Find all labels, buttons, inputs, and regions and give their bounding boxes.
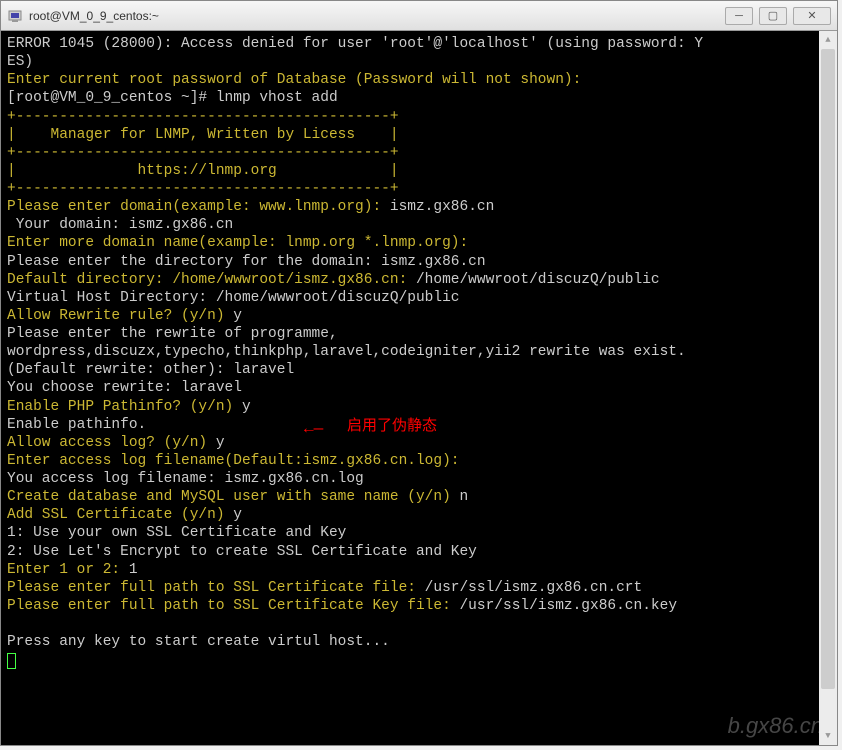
input-ssl: y [233, 507, 242, 523]
line-box: +---------------------------------------… [7, 145, 399, 161]
line-your-domain: Your domain: ismz.gx86.cn [7, 217, 233, 233]
line-box: +---------------------------------------… [7, 109, 399, 125]
maximize-button[interactable]: ▢ [759, 7, 787, 25]
close-button[interactable]: ✕ [793, 7, 831, 25]
line-ssl-opt1: 1: Use your own SSL Certificate and Key [7, 525, 346, 541]
input-domain: ismz.gx86.cn [390, 199, 494, 215]
line-press-key: Press any key to start create virtul hos… [7, 634, 390, 650]
annotation-text: 启用了伪静态 [347, 417, 437, 436]
input-createdb: n [459, 489, 468, 505]
window-title: root@VM_0_9_centos:~ [29, 9, 725, 23]
input-rewrite: y [233, 308, 242, 324]
input-accesslog: y [216, 435, 225, 451]
line-pathinfo-q: Enable PHP Pathinfo? (y/n) [7, 399, 242, 415]
line-rewrite-chosen: You choose rewrite: laravel [7, 380, 242, 396]
line-error: ERROR 1045 (28000): Access denied for us… [7, 36, 703, 52]
line-shell-prompt: [root@VM_0_9_centos ~]# [7, 90, 216, 106]
line-box: +---------------------------------------… [7, 181, 399, 197]
terminal-window: root@VM_0_9_centos:~ ─ ▢ ✕ ERROR 1045 (2… [0, 0, 838, 746]
annotation-arrow: ←— [304, 419, 323, 439]
line-accesslog-q: Allow access log? (y/n) [7, 435, 216, 451]
line-vhost-dir: Virtual Host Directory: /home/wwwroot/di… [7, 290, 459, 306]
input-pathinfo: y [242, 399, 251, 415]
line-ssl-key: Please enter full path to SSL Certificat… [7, 598, 459, 614]
line-error2: ES) [7, 54, 33, 70]
input-ssl-choice: 1 [129, 562, 138, 578]
line-enter-dir: Please enter the directory for the domai… [7, 254, 381, 270]
line-box: | Manager for LNMP, Written by Licess | [7, 127, 399, 143]
line-ssl-q: Add SSL Certificate (y/n) [7, 507, 233, 523]
window-buttons: ─ ▢ ✕ [725, 7, 831, 25]
line-ssl-opt2: 2: Use Let's Encrypt to create SSL Certi… [7, 544, 477, 560]
scrollbar[interactable]: ▲ ▼ [819, 31, 837, 745]
line-accesslog-file: You access log filename: ismz.gx86.cn.lo… [7, 471, 364, 487]
putty-icon [7, 8, 23, 24]
scroll-down-button[interactable]: ▼ [819, 727, 837, 745]
line-rewrite-prog: Please enter the rewrite of programme, [7, 326, 338, 342]
input-dir: /home/wwwroot/discuzQ/public [416, 272, 660, 288]
line-command: lnmp vhost add [216, 90, 338, 106]
line-prompt-password: Enter current root password of Database … [7, 72, 581, 88]
input-rewrite-name: laravel [233, 362, 294, 378]
line-ssl-choice: Enter 1 or 2: [7, 562, 129, 578]
cursor [7, 653, 16, 669]
line-rewrite-q: Allow Rewrite rule? (y/n) [7, 308, 233, 324]
input-ssl-key: /usr/ssl/ismz.gx86.cn.key [459, 598, 677, 614]
minimize-button[interactable]: ─ [725, 7, 753, 25]
line-pathinfo-en: Enable pathinfo. [7, 417, 146, 433]
watermark: b.gx86.cn [728, 712, 823, 740]
line-createdb-q: Create database and MySQL user with same… [7, 489, 459, 505]
scroll-up-button[interactable]: ▲ [819, 31, 837, 49]
line-ssl-crt: Please enter full path to SSL Certificat… [7, 580, 425, 596]
line-enter-dir-val: ismz.gx86.cn [381, 254, 485, 270]
scroll-thumb[interactable] [821, 49, 835, 689]
line-more-domain: Enter more domain name(example: lnmp.org… [7, 235, 468, 251]
terminal-body[interactable]: ERROR 1045 (28000): Access denied for us… [1, 31, 837, 745]
line-rewrite-list: wordpress,discuzx,typecho,thinkphp,larav… [7, 344, 686, 360]
titlebar[interactable]: root@VM_0_9_centos:~ ─ ▢ ✕ [1, 1, 837, 31]
line-default-dir: Default directory: /home/wwwroot/ismz.gx… [7, 272, 416, 288]
line-enter-domain: Please enter domain(example: www.lnmp.or… [7, 199, 390, 215]
input-ssl-crt: /usr/ssl/ismz.gx86.cn.crt [425, 580, 643, 596]
line-accesslog-name: Enter access log filename(Default:ismz.g… [7, 453, 459, 469]
line-box: | https://lnmp.org | [7, 163, 399, 179]
line-rewrite-default: (Default rewrite: other): [7, 362, 233, 378]
